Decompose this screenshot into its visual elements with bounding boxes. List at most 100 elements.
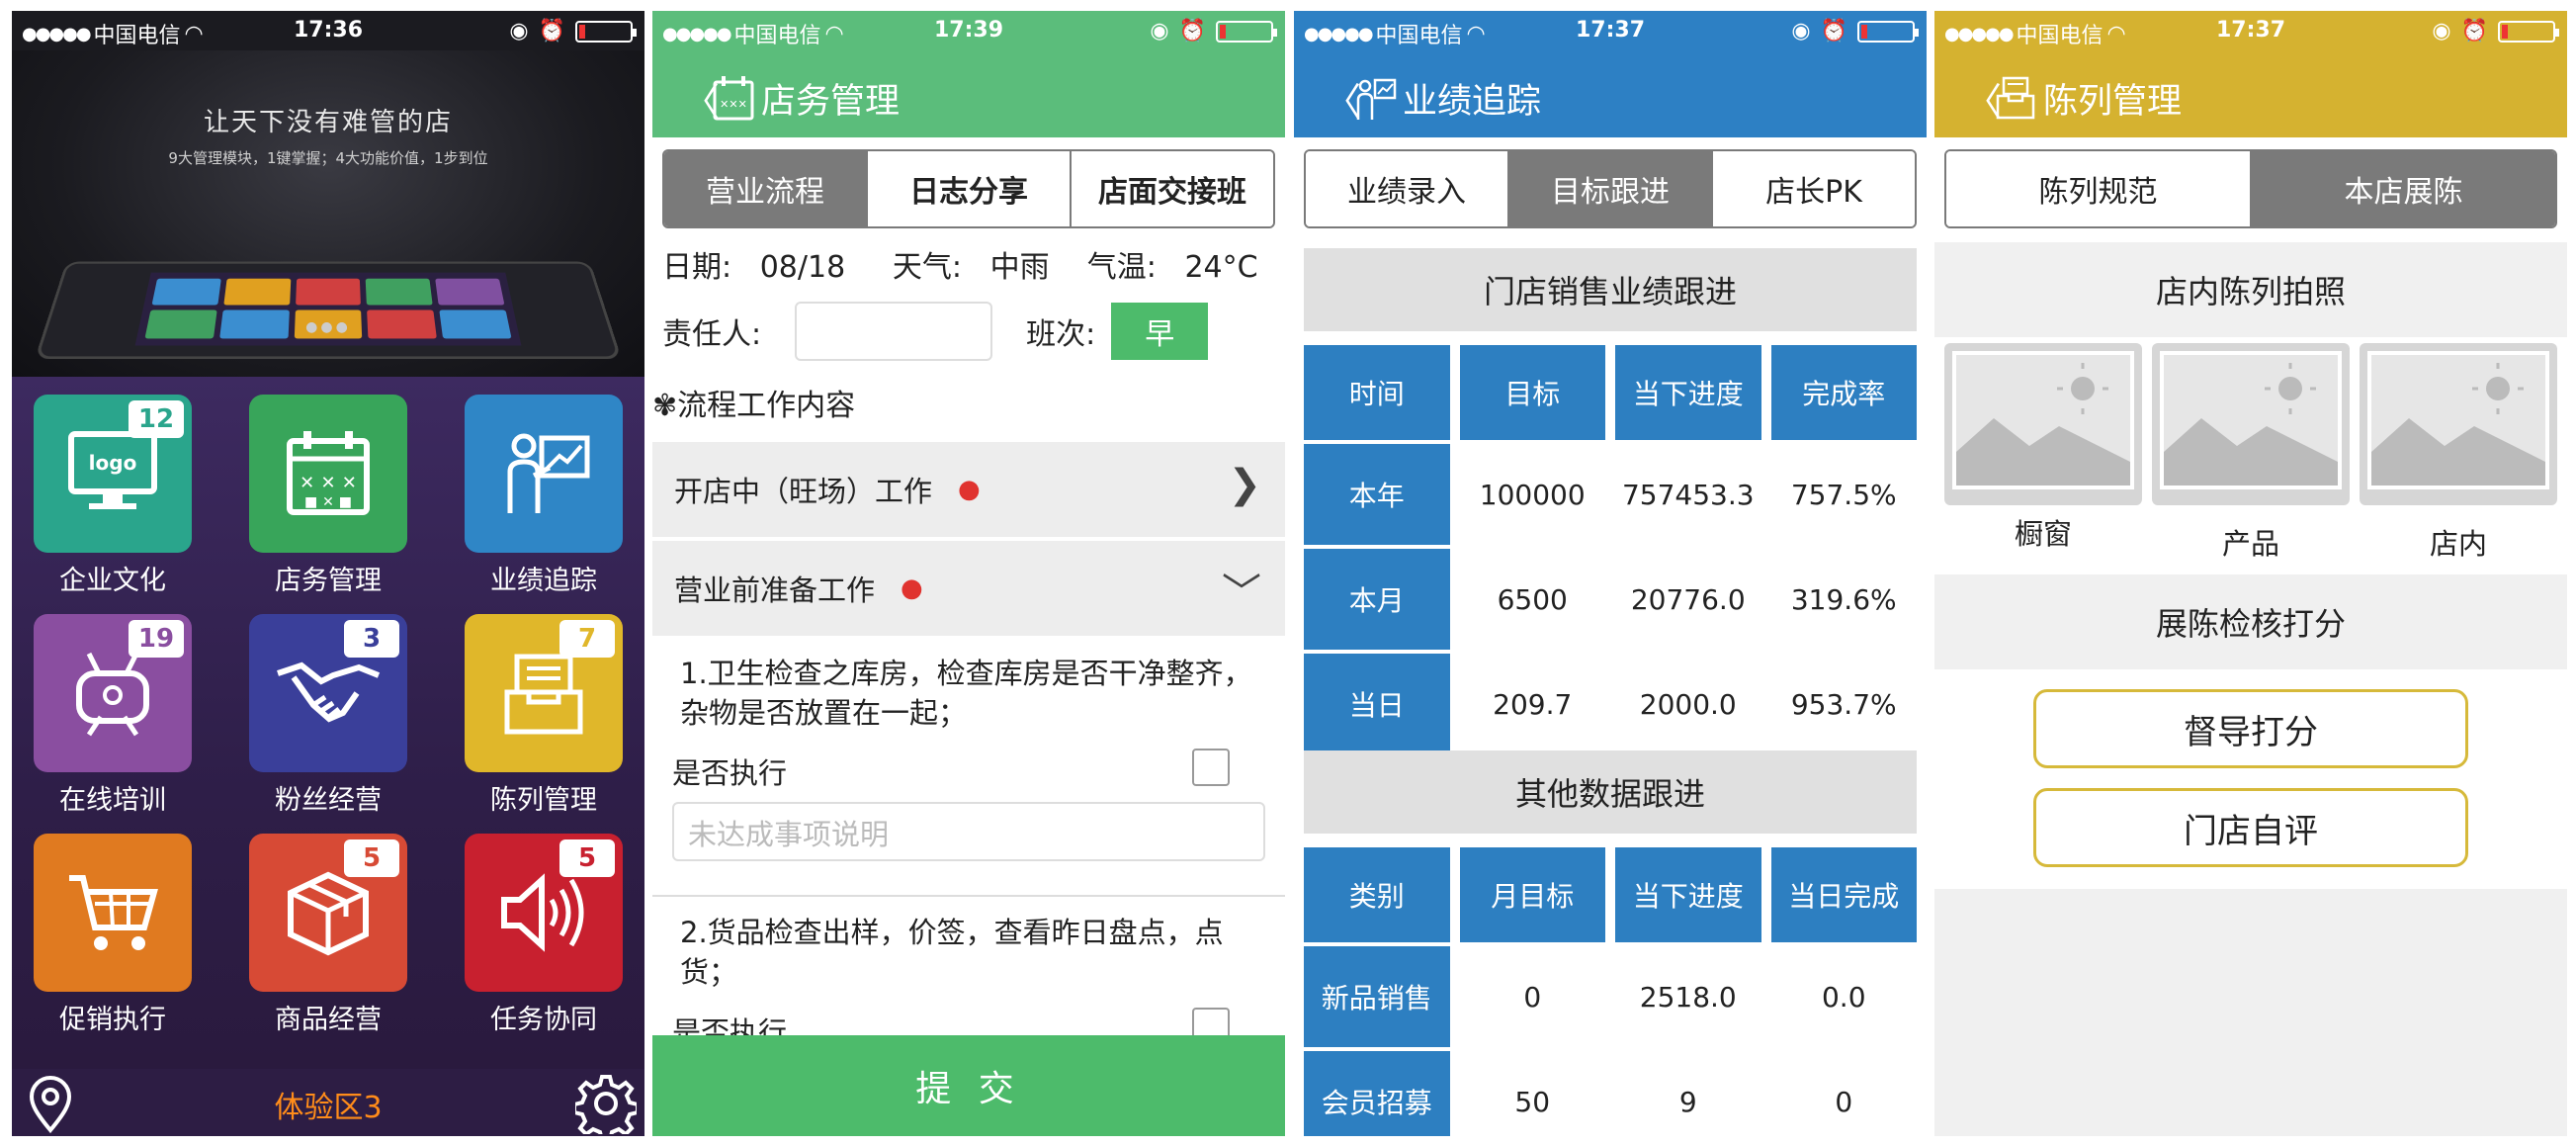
photo-slot-instore[interactable]: 店内 — [2360, 343, 2557, 561]
section-title: 开店中（旺场）工作 — [674, 475, 933, 508]
banner-subtitle: 9大管理模块，1键掌握；4大功能价值，1步到位 — [168, 149, 488, 167]
column-header: 月目标 — [1459, 847, 1605, 942]
back-chevron-icon[interactable]: 〈 — [1964, 71, 2002, 126]
tile-fan-management[interactable]: 3 粉丝经营 — [249, 614, 407, 817]
store-management-screen: ●●●●● 中国电信 ◠ 17:39 ◉ ⏰ 〈 ✕✕✕ 店务管理 营业流程 日志分享… — [652, 11, 1285, 1136]
date-label: 日期: — [662, 250, 732, 285]
lock-rotation-icon: ◉ — [509, 19, 529, 44]
tile-label: 粉丝经营 — [275, 785, 382, 816]
bottom-bar: 体验区3 — [12, 1069, 644, 1136]
temp-value: 24°C — [1184, 250, 1258, 285]
required-dot: ● — [901, 574, 923, 603]
tile-store-management[interactable]: ✕ ✕ ✕ ■ ✕ ■ 店务管理 — [249, 395, 407, 597]
tile-display-management[interactable]: 7 陈列管理 — [465, 614, 623, 817]
back-chevron-icon[interactable]: 〈 — [682, 71, 720, 126]
shift-selector[interactable]: 早 — [1111, 303, 1209, 360]
promo-banner[interactable]: 让天下没有难管的店 9大管理模块，1键掌握；4大功能价值，1步到位 ●●● — [12, 50, 644, 377]
lock-rotation-icon: ◉ — [1150, 19, 1169, 44]
tile-performance[interactable]: 业绩追踪 — [465, 395, 623, 597]
photo-slot-product[interactable]: 产品 — [2152, 343, 2350, 561]
tab-performance-entry[interactable]: 业绩录入 — [1306, 151, 1507, 226]
table-row: 本月 6500 20776.0 319.6% — [1304, 549, 1917, 650]
divider — [652, 895, 1285, 897]
table-row: 本年 100000 757453.3 757.5% — [1304, 444, 1917, 545]
photo-label: 橱窗 — [2014, 517, 2072, 551]
zone-label[interactable]: 体验区3 — [12, 1083, 644, 1126]
section-score: 展陈检核打分 — [1934, 574, 2567, 669]
tile-corporate-culture[interactable]: logo 12 企业文化 — [34, 395, 192, 597]
section-other-data: 其他数据跟进 — [1304, 750, 1917, 834]
column-header: 完成率 — [1770, 345, 1917, 440]
responsible-label: 责任人: — [662, 317, 762, 352]
image-placeholder-icon — [2367, 351, 2549, 489]
tile-label: 店务管理 — [275, 566, 382, 596]
tab-log-share[interactable]: 日志分享 — [866, 151, 1070, 226]
tile-promotion[interactable]: 促销执行 — [34, 834, 192, 1036]
performance-screen: ●●●●● 中国电信 ◠ 17:37 ◉ ⏰ 〈 业绩追踪 业绩录入 目标跟进 店长P… — [1294, 11, 1927, 1136]
tab-target-tracking[interactable]: 目标跟进 — [1507, 151, 1711, 226]
banner-title: 让天下没有难管的店 — [203, 108, 453, 137]
section-open-store[interactable]: 开店中（旺场）工作 ● ❯ — [652, 442, 1285, 537]
exec-checkbox[interactable] — [1192, 749, 1230, 786]
tab-shift-handover[interactable]: 店面交接班 — [1070, 151, 1273, 226]
sales-table: 时间 目标 当下进度 完成率 本年 100000 757453.3 757.5%… — [1304, 345, 1917, 758]
tile-label: 企业文化 — [59, 566, 166, 596]
shift-label: 班次: — [1026, 317, 1096, 352]
badge-count: 5 — [559, 839, 615, 877]
note-input[interactable]: 未达成事项说明 — [672, 802, 1265, 861]
table-cell: 319.6% — [1770, 549, 1917, 650]
gear-icon[interactable] — [575, 1073, 637, 1134]
badge-count: 12 — [129, 400, 184, 438]
tablet-image — [34, 261, 623, 360]
handshake-icon — [277, 662, 381, 723]
calendar-icon: ✕✕✕ — [713, 76, 754, 121]
task-item: 2.货品检查出样，价签，查看昨日盘点，点货； — [680, 916, 1224, 989]
tab-store-display[interactable]: 本店展陈 — [2250, 151, 2555, 226]
submit-button[interactable]: 提 交 — [652, 1035, 1285, 1136]
tab-display-standards[interactable]: 陈列规范 — [1946, 151, 2250, 226]
table-cell: 757453.3 — [1615, 444, 1761, 545]
tab-manager-pk[interactable]: 店长PK — [1711, 151, 1915, 226]
tab-business-flow[interactable]: 营业流程 — [664, 151, 866, 226]
speaker-icon — [501, 873, 584, 952]
temp-label: 气温: — [1086, 250, 1157, 285]
badge-count: 7 — [559, 620, 615, 658]
battery-icon — [575, 20, 637, 43]
task-item: 1.卫生检查之库房，检查库房是否干净整齐，杂物是否放置在一起； — [680, 657, 1252, 730]
battery-icon — [1857, 20, 1919, 43]
badge-count: 19 — [129, 620, 184, 658]
tile-label: 陈列管理 — [490, 785, 597, 816]
table-cell: 20776.0 — [1615, 549, 1761, 650]
column-header: 类别 — [1304, 847, 1450, 942]
other-data-table: 类别 月目标 当下进度 当日完成 新品销售 0 2518.0 0.0 会员招募 … — [1304, 847, 1917, 1136]
section-photo: 店内陈列拍照 — [1934, 242, 2567, 337]
tile-merchandise[interactable]: 5 商品经营 — [249, 834, 407, 1036]
row-header: 本年 — [1304, 444, 1450, 545]
svg-text:logo: logo — [89, 451, 137, 475]
table-cell: 9 — [1615, 1051, 1761, 1136]
tile-online-training[interactable]: 19 在线培训 — [34, 614, 192, 817]
self-evaluation-button[interactable]: 门店自评 — [2033, 788, 2468, 867]
lock-rotation-icon: ◉ — [2432, 19, 2451, 44]
back-chevron-icon[interactable]: 〈 — [1324, 71, 1361, 126]
home-screen: ●●●●● 中国电信 ◠ 17:36 ◉ ⏰ 让天下没有难管的店 9大管理模块，1键掌… — [12, 11, 644, 1136]
alarm-icon: ⏰ — [1178, 19, 1206, 44]
table-cell: 2518.0 — [1615, 946, 1761, 1047]
section-pre-opening[interactable]: 营业前准备工作 ● ﹀ — [652, 541, 1285, 636]
row-header: 新品销售 — [1304, 946, 1450, 1047]
alarm-icon: ⏰ — [538, 19, 565, 44]
table-cell: 209.7 — [1459, 654, 1605, 754]
table-cell: 2000.0 — [1615, 654, 1761, 754]
tile-task-collaboration[interactable]: 5 任务协同 — [465, 834, 623, 1036]
row-header: 当日 — [1304, 654, 1450, 754]
header-bar: ●●●●● 中国电信 ◠ 17:37 ◉ ⏰ 〈 业绩追踪 — [1294, 11, 1927, 137]
photo-slot-window[interactable]: 橱窗 — [1944, 343, 2142, 551]
tile-label: 任务协同 — [490, 1005, 597, 1035]
banner-pager[interactable]: ●●● — [12, 319, 644, 335]
page-title: 店务管理 — [761, 81, 901, 122]
process-title: ✾流程工作内容 — [652, 389, 856, 423]
responsible-input[interactable] — [795, 302, 993, 361]
column-header: 当日完成 — [1770, 847, 1917, 942]
supervisor-score-button[interactable]: 督导打分 — [2033, 689, 2468, 768]
lock-rotation-icon: ◉ — [1791, 19, 1811, 44]
